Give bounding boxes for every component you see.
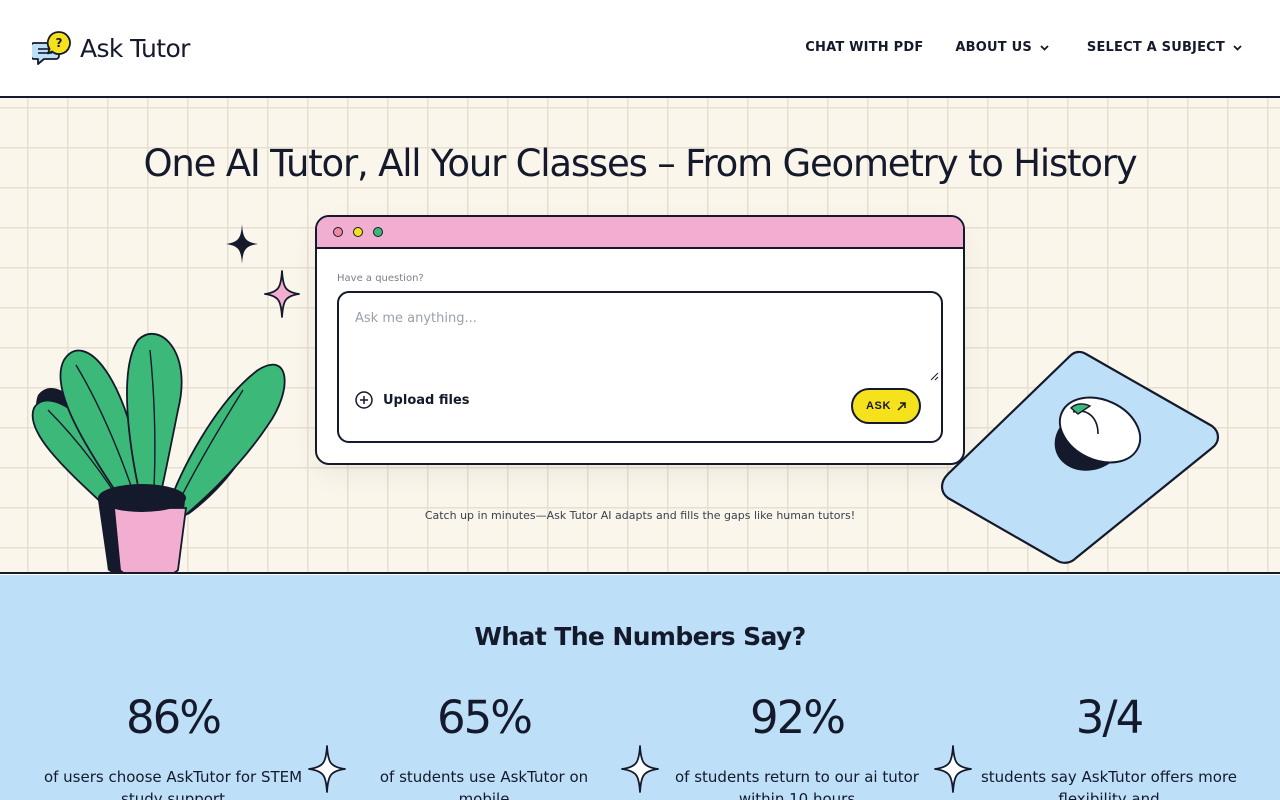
nav-chat-with-pdf[interactable]: CHAT WITH PDF bbox=[805, 40, 923, 55]
stats-section: What The Numbers Say? 86% of users choos… bbox=[0, 575, 1280, 800]
ask-button[interactable]: ASK bbox=[851, 388, 921, 424]
chevron-down-icon bbox=[1233, 44, 1242, 51]
sparkle-icon bbox=[308, 745, 346, 793]
question-box: Upload files ASK bbox=[337, 291, 943, 443]
stats-title: What The Numbers Say? bbox=[474, 622, 806, 651]
upload-files-label: Upload files bbox=[383, 392, 470, 408]
stat-description: of students use AskTutor on mobile bbox=[379, 768, 589, 800]
mouse-pad-illustration bbox=[940, 350, 1220, 564]
window-dot-green bbox=[373, 227, 383, 237]
stat-value: 92% bbox=[749, 691, 846, 744]
nav-select-subject-label: SELECT A SUBJECT bbox=[1086, 40, 1225, 55]
sparkle-icon bbox=[226, 224, 258, 264]
window-title-bar bbox=[317, 217, 963, 249]
stat-card: 92% of students return to our ai tutor w… bbox=[667, 695, 927, 800]
main-nav: CHAT WITH PDF ABOUT US SELECT A SUBJECT bbox=[805, 40, 1242, 55]
stat-value: 3/4 bbox=[1075, 691, 1144, 744]
stat-card: 3/4 students say AskTutor offers more fl… bbox=[979, 695, 1239, 800]
nav-chat-with-pdf-label: CHAT WITH PDF bbox=[805, 40, 924, 55]
stat-description: of students return to our ai tutor withi… bbox=[675, 768, 919, 800]
stat-value: 86% bbox=[125, 691, 222, 744]
ask-chat-window: Have a question? Upload files ASK bbox=[315, 215, 965, 465]
sparkle-icon bbox=[621, 745, 659, 793]
stat-card: 86% of users choose AskTutor for STEM st… bbox=[43, 695, 303, 800]
sparkle-icon bbox=[264, 270, 300, 318]
upload-files-button[interactable]: Upload files bbox=[355, 391, 470, 409]
plus-circle-icon bbox=[355, 391, 373, 409]
chevron-down-icon bbox=[1040, 44, 1049, 51]
svg-text:?: ? bbox=[56, 36, 63, 50]
brand-name: Ask Tutor bbox=[80, 33, 190, 63]
arrow-up-right-icon bbox=[897, 401, 906, 411]
nav-about-us[interactable]: ABOUT US bbox=[955, 40, 1049, 55]
question-chat-bubbles-icon: ? bbox=[32, 31, 71, 65]
plant-illustration bbox=[31, 333, 286, 572]
window-dot-red bbox=[333, 227, 343, 237]
stat-description: of users choose AskTutor for STEM study … bbox=[43, 768, 303, 800]
nav-about-us-label: ABOUT US bbox=[955, 40, 1032, 55]
question-label: Have a question? bbox=[337, 273, 424, 284]
site-header: ? Ask Tutor CHAT WITH PDF ABOUT US SELEC… bbox=[0, 0, 1280, 98]
nav-select-subject[interactable]: SELECT A SUBJECT bbox=[1087, 40, 1242, 55]
question-input[interactable] bbox=[339, 293, 941, 383]
window-dot-yellow bbox=[353, 227, 363, 237]
hero-section: One AI Tutor, All Your Classes – From Ge… bbox=[0, 98, 1280, 574]
stat-description: students say AskTutor offers more flexib… bbox=[980, 768, 1238, 800]
logo[interactable]: ? Ask Tutor bbox=[32, 30, 190, 66]
stat-card: 65% of students use AskTutor on mobile bbox=[354, 695, 614, 800]
ask-button-label: ASK bbox=[865, 400, 892, 412]
sparkle-icon bbox=[934, 745, 972, 793]
hero-title: One AI Tutor, All Your Classes – From Ge… bbox=[143, 142, 1137, 185]
stat-value: 65% bbox=[436, 691, 533, 744]
